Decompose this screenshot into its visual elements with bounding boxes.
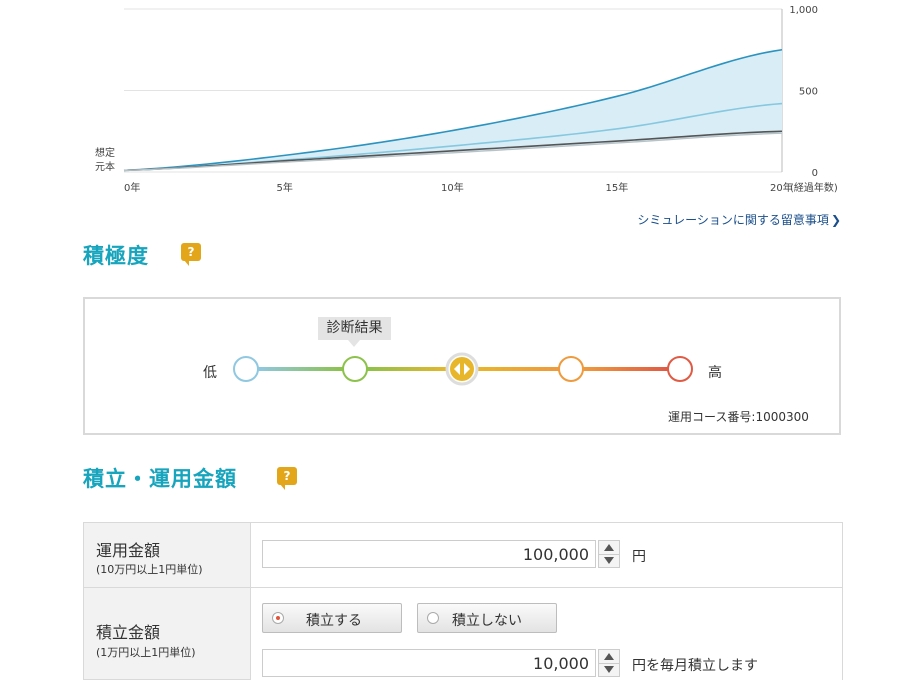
amount-section-title: 積立・運用金額 bbox=[83, 467, 237, 491]
monthly-yes-label: 積立する bbox=[306, 613, 362, 629]
radio-selected-icon bbox=[272, 612, 284, 624]
y-tick-label: 500 bbox=[799, 87, 818, 98]
principal-label: 元本 bbox=[95, 160, 115, 173]
monthly-no-label: 積立しない bbox=[452, 613, 522, 629]
course-number: 運用コース番号:1000300 bbox=[668, 410, 809, 424]
chevron-right-icon: ❯ bbox=[830, 213, 841, 227]
amount-help-icon[interactable]: ? bbox=[277, 467, 297, 490]
x-tick-label: 5年 bbox=[277, 181, 293, 194]
y-tick-label: 1,000 bbox=[789, 5, 818, 16]
risk-help-icon[interactable]: ? bbox=[181, 243, 201, 266]
monthly-amount-stepper bbox=[598, 649, 620, 677]
caret-up-icon bbox=[604, 653, 614, 660]
decrement-button[interactable] bbox=[599, 554, 619, 567]
diagnosis-result-tooltip: 診断結果 bbox=[318, 317, 391, 347]
monthly-amount-input[interactable] bbox=[262, 649, 596, 677]
simulation-chart-svg: 1,00050000年 5年 10年 15年 20年(経過年数)想定元本 bbox=[95, 5, 838, 194]
radio-unselected-icon bbox=[427, 612, 439, 624]
risk-high-label: 高 bbox=[708, 365, 722, 381]
simulation-notice-link-label: シミュレーションに関する留意事項 bbox=[637, 213, 829, 227]
increment-button[interactable] bbox=[599, 650, 619, 664]
investment-unit: 円 bbox=[632, 549, 646, 565]
x-tick-label: 0年 bbox=[124, 181, 140, 194]
risk-low-label: 低 bbox=[203, 365, 217, 381]
monthly-label-cell: 積立金額 (1万円以上1円単位) bbox=[83, 587, 251, 680]
monthly-no-radio[interactable]: 積立しない bbox=[417, 603, 557, 633]
investment-label: 運用金額 bbox=[96, 541, 161, 560]
monthly-yes-radio[interactable]: 積立する bbox=[262, 603, 402, 633]
investment-label-cell: 運用金額 (10万円以上1円単位) bbox=[83, 522, 251, 588]
principal-label: 想定 bbox=[95, 146, 115, 159]
decrement-button[interactable] bbox=[599, 663, 619, 676]
increment-button[interactable] bbox=[599, 541, 619, 555]
simulation-notice-link[interactable]: シミュレーションに関する留意事項 ❯ bbox=[637, 211, 841, 228]
simulation-chart: 1,000 500 0 0年 5年 10年 15年 20年 (経過年数) 想定 元本 bbox=[0, 0, 907, 200]
risk-level-title: 積極度 bbox=[83, 244, 149, 268]
investment-sublabel: (10万円以上1円単位) bbox=[96, 563, 203, 576]
caret-down-icon bbox=[604, 666, 614, 673]
caret-up-icon bbox=[604, 544, 614, 551]
investment-amount-stepper bbox=[598, 540, 620, 568]
investment-amount-input[interactable] bbox=[262, 540, 596, 568]
monthly-label: 積立金額 bbox=[96, 623, 161, 642]
caret-down-icon bbox=[604, 557, 614, 564]
y-tick-label: 0 bbox=[812, 168, 818, 179]
x-tick-label: 10年 bbox=[441, 181, 464, 194]
monthly-unit: 円を毎月積立します bbox=[632, 658, 758, 674]
monthly-sublabel: (1万円以上1円単位) bbox=[96, 646, 196, 659]
x-unit-label: (経過年数) bbox=[790, 181, 838, 194]
x-tick-label: 15年 bbox=[606, 181, 629, 194]
